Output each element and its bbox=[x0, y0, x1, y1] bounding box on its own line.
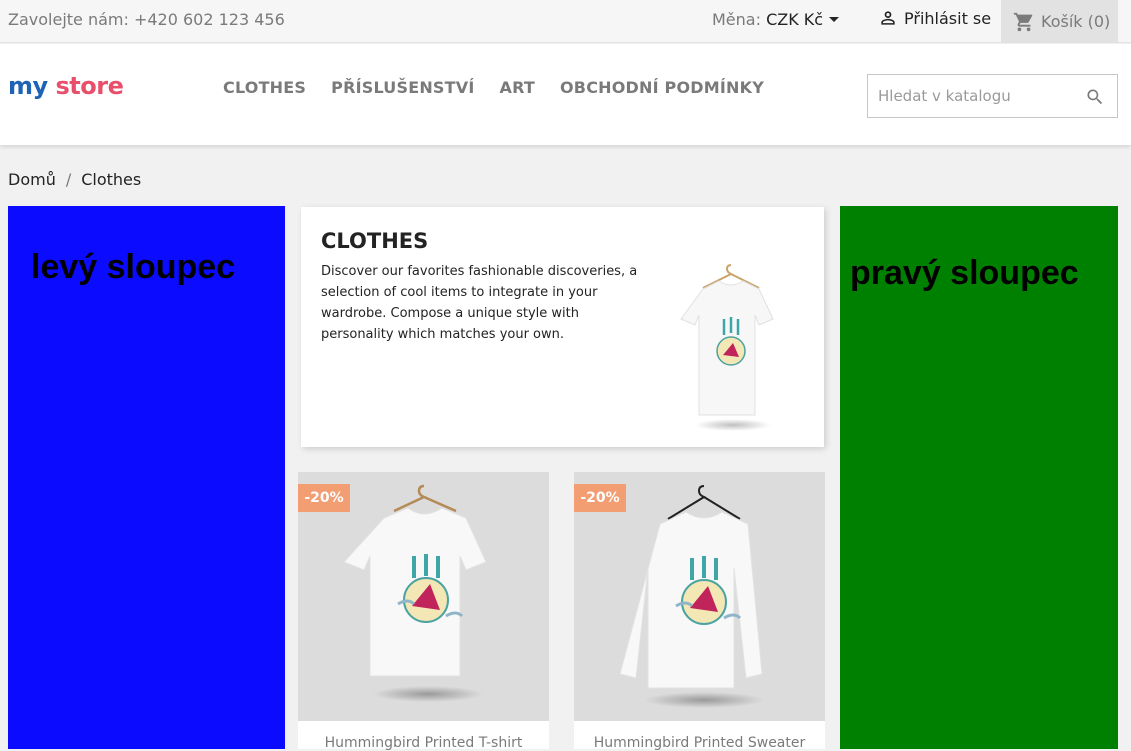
nav-item-terms[interactable]: OBCHODNÍ PODMÍNKY bbox=[560, 78, 764, 97]
currency-label: Měna: bbox=[712, 10, 761, 29]
caret-down-icon bbox=[829, 17, 840, 22]
category-tshirt-image bbox=[680, 264, 774, 431]
currency-selector[interactable]: Měna: CZK Kč bbox=[712, 10, 840, 29]
search-icon[interactable] bbox=[1085, 87, 1105, 107]
cart-label: Košík (0) bbox=[1041, 12, 1111, 31]
product-tile[interactable]: -20% Hummingbird Printed Sweater bbox=[574, 472, 825, 751]
nav-item-accessories[interactable]: PŘÍSLUŠENSTVÍ bbox=[331, 78, 474, 97]
left-column-title: levý sloupec bbox=[31, 248, 236, 286]
category-header-card: CLOTHES Discover our favorites fashionab… bbox=[301, 207, 824, 447]
logo-part-store: store bbox=[55, 72, 124, 100]
logo-part-my: my bbox=[8, 72, 48, 100]
breadcrumb-home[interactable]: Domů bbox=[8, 170, 56, 189]
right-column: pravý sloupec bbox=[840, 206, 1118, 749]
nav-item-art[interactable]: ART bbox=[500, 78, 536, 97]
main-nav: CLOTHES PŘÍSLUŠENSTVÍ ART OBCHODNÍ PODMÍ… bbox=[223, 78, 764, 97]
search-input[interactable] bbox=[868, 75, 1068, 117]
discount-badge: -20% bbox=[298, 484, 350, 512]
cart-button[interactable]: Košík (0) bbox=[1001, 0, 1118, 43]
sign-in-link[interactable]: Přihlásit se bbox=[878, 8, 991, 28]
breadcrumb: Domů / Clothes bbox=[8, 170, 141, 189]
user-icon bbox=[881, 11, 895, 25]
right-column-title: pravý sloupec bbox=[850, 254, 1079, 292]
currency-value: CZK Kč bbox=[766, 10, 824, 29]
store-logo[interactable]: my store bbox=[8, 72, 124, 100]
breadcrumb-current[interactable]: Clothes bbox=[81, 170, 141, 189]
search-box bbox=[867, 74, 1118, 118]
discount-badge: -20% bbox=[574, 484, 626, 512]
product-tile[interactable]: -20% Hummingbird Printed T-shirt bbox=[298, 472, 549, 751]
contact-phone: Zavolejte nám: +420 602 123 456 bbox=[8, 10, 285, 29]
main-header: my store CLOTHES PŘÍSLUŠENSTVÍ ART OBCHO… bbox=[0, 44, 1131, 145]
shopping-cart-icon bbox=[1013, 12, 1033, 31]
nav-item-clothes[interactable]: CLOTHES bbox=[223, 78, 306, 97]
category-title: CLOTHES bbox=[321, 229, 429, 253]
breadcrumb-separator: / bbox=[65, 170, 72, 189]
category-description: Discover our favorites fashionable disco… bbox=[321, 264, 638, 342]
left-column: levý sloupec bbox=[8, 206, 285, 749]
sign-in-label: Přihlásit se bbox=[904, 8, 992, 28]
top-bar: Zavolejte nám: +420 602 123 456 Měna: CZ… bbox=[0, 0, 1131, 43]
